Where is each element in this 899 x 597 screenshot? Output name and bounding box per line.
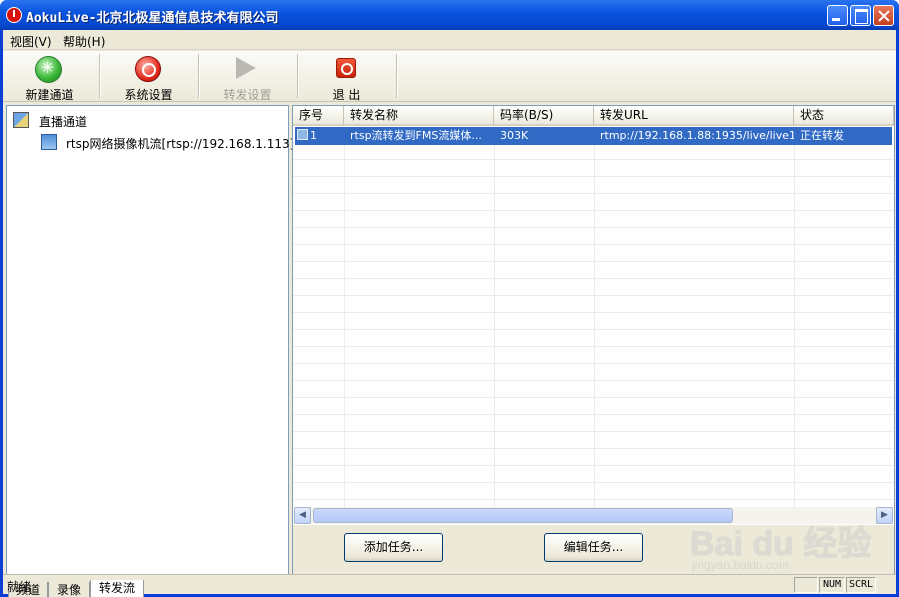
exit-power-icon bbox=[336, 58, 356, 78]
play-icon bbox=[236, 57, 256, 79]
add-task-button[interactable]: 添加任务... bbox=[344, 533, 443, 562]
maximize-button[interactable] bbox=[850, 5, 871, 26]
stream-row-icon bbox=[297, 129, 308, 140]
forward-settings-button[interactable]: 转发设置 bbox=[198, 51, 297, 102]
list-body: 1 rtsp流转发到FMS流媒体... 303K rtmp://192.168.… bbox=[293, 126, 894, 507]
new-channel-label: 新建通道 bbox=[25, 88, 74, 102]
grid-line bbox=[344, 126, 345, 507]
app-window: AokuLive-北京北极星通信息技术有限公司 视图(V) 帮助(H) 新建通道… bbox=[0, 0, 899, 597]
app-power-icon bbox=[6, 7, 22, 23]
row-bitrate: 303K bbox=[500, 129, 529, 142]
status-text: 就绪 bbox=[7, 580, 32, 594]
grid-line bbox=[594, 126, 595, 507]
toolbar: 新建通道 系统设置 转发设置 退 出 bbox=[3, 51, 896, 102]
row-index: 1 bbox=[310, 129, 317, 142]
scroll-left-arrow-icon[interactable]: ◀ bbox=[294, 507, 311, 524]
channel-tree[interactable]: 直播通道 rtsp网络摄像机流[rtsp://192.168.1.113] bbox=[6, 105, 294, 575]
camera-stream-icon bbox=[41, 134, 57, 150]
network-folder-icon bbox=[13, 112, 29, 128]
close-button[interactable] bbox=[873, 5, 894, 26]
column-header-bitrate[interactable]: 码率(B/S) bbox=[494, 106, 594, 125]
power-settings-icon bbox=[135, 56, 161, 82]
row-name: rtsp流转发到FMS流媒体... bbox=[350, 129, 482, 142]
row-index-cell: 1 bbox=[295, 127, 344, 145]
toolbar-separator bbox=[396, 54, 398, 98]
grid-line bbox=[794, 126, 795, 507]
minimize-button[interactable] bbox=[827, 5, 848, 26]
system-settings-button[interactable]: 系统设置 bbox=[99, 51, 198, 102]
exit-label: 退 出 bbox=[332, 88, 361, 102]
row-status: 正在转发 bbox=[800, 129, 844, 142]
title-bar[interactable]: AokuLive-北京北极星通信息技术有限公司 bbox=[0, 0, 899, 30]
exit-button[interactable]: 退 出 bbox=[297, 51, 396, 102]
column-header-url[interactable]: 转发URL bbox=[594, 106, 794, 125]
new-channel-button[interactable]: 新建通道 bbox=[0, 51, 99, 102]
column-header-name[interactable]: 转发名称 bbox=[344, 106, 494, 125]
baidu-watermark: Bai du 经验 jingyan.baidu.com bbox=[690, 500, 880, 580]
column-header-index[interactable]: 序号 bbox=[293, 106, 344, 125]
menu-view[interactable]: 视图(V) bbox=[10, 33, 52, 50]
window-title: AokuLive-北京北极星通信息技术有限公司 bbox=[26, 11, 279, 26]
edit-task-button[interactable]: 编辑任务... bbox=[544, 533, 643, 562]
list-header: 序号 转发名称 码率(B/S) 转发URL 状态 bbox=[293, 106, 894, 126]
scrollbar-thumb[interactable] bbox=[313, 508, 733, 523]
watermark-url: jingyan.baidu.com bbox=[692, 558, 789, 572]
menu-bar: 视图(V) 帮助(H) bbox=[3, 30, 896, 50]
system-settings-label: 系统设置 bbox=[124, 88, 173, 102]
forward-settings-label: 转发设置 bbox=[223, 88, 272, 102]
new-channel-icon bbox=[35, 56, 62, 83]
grid-line bbox=[494, 126, 495, 507]
column-header-status[interactable]: 状态 bbox=[794, 106, 894, 125]
table-row[interactable]: 1 rtsp流转发到FMS流媒体... 303K rtmp://192.168.… bbox=[295, 127, 892, 145]
tree-item-rtsp-camera[interactable]: rtsp网络摄像机流[rtsp://192.168.1.113] bbox=[66, 135, 294, 152]
row-url: rtmp://192.168.1.88:1935/live/live1 bbox=[600, 129, 794, 142]
tree-root-live-channels[interactable]: 直播通道 bbox=[39, 113, 87, 130]
menu-help[interactable]: 帮助(H) bbox=[63, 33, 105, 50]
